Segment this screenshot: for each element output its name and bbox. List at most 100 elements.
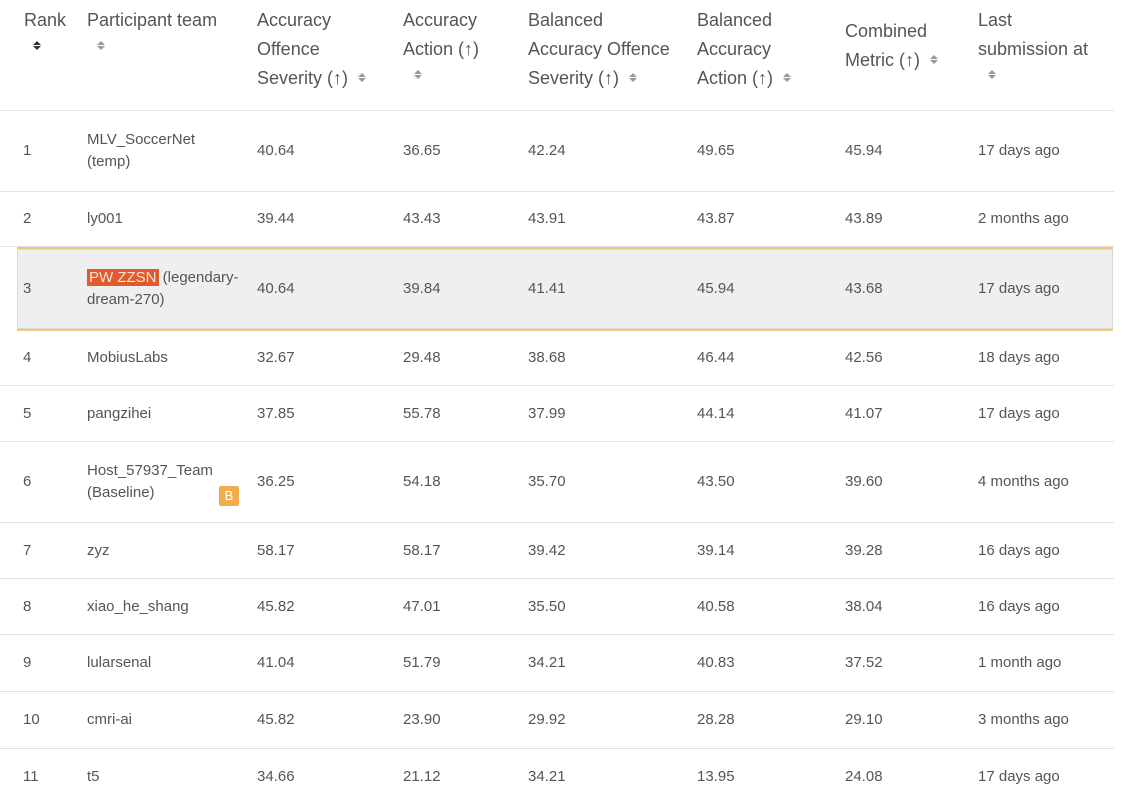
header-label-line: Accuracy [257, 10, 332, 30]
accuracy-action-cell: 43.43 [403, 210, 441, 227]
team-cell: pangzihei [87, 403, 247, 425]
accuracy-action-cell: 58.17 [403, 541, 441, 559]
last-submission-cell: 18 days ago [978, 349, 1060, 366]
table-row: 4 MobiusLabs 32.67 29.48 38.68 46.44 42.… [0, 331, 1114, 386]
last-submission-cell: 16 days ago [978, 541, 1060, 559]
header-team-label: Participant team [87, 10, 218, 30]
rank-cell: 10 [23, 711, 40, 728]
team-cell: t5 [87, 766, 247, 788]
table-header: Rank Participant team Accuracy Offence S… [0, 0, 1114, 111]
header-label-line: Action (↑) [697, 68, 774, 88]
accuracy-offence-cell: 37.85 [257, 404, 295, 422]
team-name: ly001 [87, 210, 123, 227]
team-cell: MLV_SoccerNet (temp) [87, 129, 247, 173]
sort-icon[interactable] [97, 41, 106, 50]
accuracy-offence-cell: 36.25 [257, 473, 295, 490]
team-name: zyz [87, 541, 110, 559]
leaderboard-table: Rank Participant team Accuracy Offence S… [0, 0, 1114, 805]
team-name: lularsenal [87, 654, 152, 671]
header-label-line: Balanced [697, 10, 773, 30]
team-tag: PW ZZSN [87, 269, 159, 286]
team-cell: cmri-ai [87, 709, 247, 731]
combined-metric-cell: 29.10 [845, 711, 883, 728]
header-balanced-accuracy-action[interactable]: Balanced Accuracy Action (↑) [697, 6, 792, 93]
baseline-badge: B [219, 486, 239, 506]
team-cell: PW ZZSN (legendary- dream-270) [87, 267, 247, 311]
header-label-line: Offence [257, 39, 320, 59]
header-label-line: Severity (↑) [528, 68, 620, 88]
header-accuracy-offence-severity[interactable]: Accuracy Offence Severity (↑) [257, 6, 367, 93]
last-submission-cell: 17 days ago [978, 768, 1060, 785]
combined-metric-cell: 45.94 [845, 142, 883, 159]
header-rank[interactable]: Rank [24, 6, 66, 51]
header-label-line: Last [978, 10, 1013, 30]
header-team[interactable]: Participant team [87, 6, 217, 51]
header-label-line: Accuracy [697, 39, 772, 59]
balanced-action-cell: 40.58 [697, 597, 735, 615]
last-submission-cell: 16 days ago [978, 597, 1060, 615]
team-cell: Host_57937_Team (Baseline) B [87, 460, 247, 506]
header-rank-label: Rank [24, 10, 67, 30]
sort-icon[interactable] [33, 41, 42, 50]
accuracy-action-cell: 21.12 [403, 768, 441, 785]
balanced-offence-cell: 35.50 [528, 597, 566, 615]
rank-cell: 7 [23, 541, 32, 559]
team-cell: zyz [87, 540, 247, 562]
balanced-action-cell: 43.50 [697, 473, 735, 490]
header-label-line: Metric (↑) [845, 50, 920, 70]
sort-icon[interactable] [930, 54, 939, 65]
accuracy-offence-cell: 39.44 [257, 210, 295, 227]
balanced-offence-cell: 34.21 [528, 768, 566, 785]
balanced-action-cell: 40.83 [697, 654, 735, 671]
balanced-offence-cell: 37.99 [528, 404, 566, 422]
header-last-submission[interactable]: Last submission at [978, 6, 1088, 80]
table-row: 11 t5 34.66 21.12 34.21 13.95 24.08 17 d… [0, 749, 1114, 805]
sort-icon[interactable] [629, 72, 638, 83]
rank-cell: 9 [23, 654, 32, 671]
last-submission-cell: 2 months ago [978, 210, 1069, 227]
accuracy-action-cell: 39.84 [403, 280, 441, 297]
sort-icon[interactable] [783, 72, 792, 83]
accuracy-offence-cell: 45.82 [257, 711, 295, 728]
accuracy-offence-cell: 40.64 [257, 280, 295, 297]
rank-cell: 5 [23, 404, 32, 422]
team-name: Host_57937_Team [87, 462, 213, 479]
rank-cell: 8 [23, 597, 32, 615]
balanced-action-cell: 39.14 [697, 541, 735, 559]
combined-metric-cell: 24.08 [845, 768, 883, 785]
team-name: t5 [87, 768, 100, 785]
balanced-offence-cell: 35.70 [528, 473, 566, 490]
last-submission-cell: 17 days ago [978, 142, 1060, 159]
sort-icon[interactable] [414, 70, 423, 79]
sort-icon[interactable] [988, 70, 997, 79]
table-row: 8 xiao_he_shang 45.82 47.01 35.50 40.58 … [0, 579, 1114, 635]
rank-cell: 4 [23, 349, 32, 366]
team-name: MobiusLabs [87, 349, 168, 366]
last-submission-cell: 3 months ago [978, 711, 1069, 728]
balanced-offence-cell: 41.41 [528, 280, 566, 297]
team-name: pangzihei [87, 404, 152, 422]
header-balanced-accuracy-offence-severity[interactable]: Balanced Accuracy Offence Severity (↑) [528, 6, 670, 93]
accuracy-offence-cell: 58.17 [257, 541, 295, 559]
accuracy-action-cell: 51.79 [403, 654, 441, 671]
balanced-offence-cell: 39.42 [528, 541, 566, 559]
header-label-line: Severity (↑) [257, 68, 349, 88]
combined-metric-cell: 41.07 [845, 404, 883, 422]
balanced-action-cell: 28.28 [697, 711, 735, 728]
header-accuracy-action[interactable]: Accuracy Action (↑) [403, 6, 479, 80]
combined-metric-cell: 43.89 [845, 210, 883, 227]
header-label-line: Combined [845, 21, 928, 41]
header-combined-metric[interactable]: Combined Metric (↑) [845, 17, 939, 75]
sort-icon[interactable] [358, 72, 367, 83]
balanced-offence-cell: 42.24 [528, 142, 566, 159]
header-label-line: submission at [978, 39, 1089, 59]
table-row-highlighted: 3 PW ZZSN (legendary- dream-270) 40.64 3… [17, 247, 1113, 331]
accuracy-action-cell: 54.18 [403, 473, 441, 490]
balanced-offence-cell: 29.92 [528, 711, 566, 728]
team-name: dream-270) [87, 291, 165, 308]
table-row: 1 MLV_SoccerNet (temp) 40.64 36.65 42.24… [0, 111, 1114, 192]
header-label-line: Accuracy Offence [528, 39, 670, 59]
combined-metric-cell: 42.56 [845, 349, 883, 366]
team-name: (legendary- [162, 269, 239, 286]
team-cell: lularsenal [87, 652, 247, 674]
